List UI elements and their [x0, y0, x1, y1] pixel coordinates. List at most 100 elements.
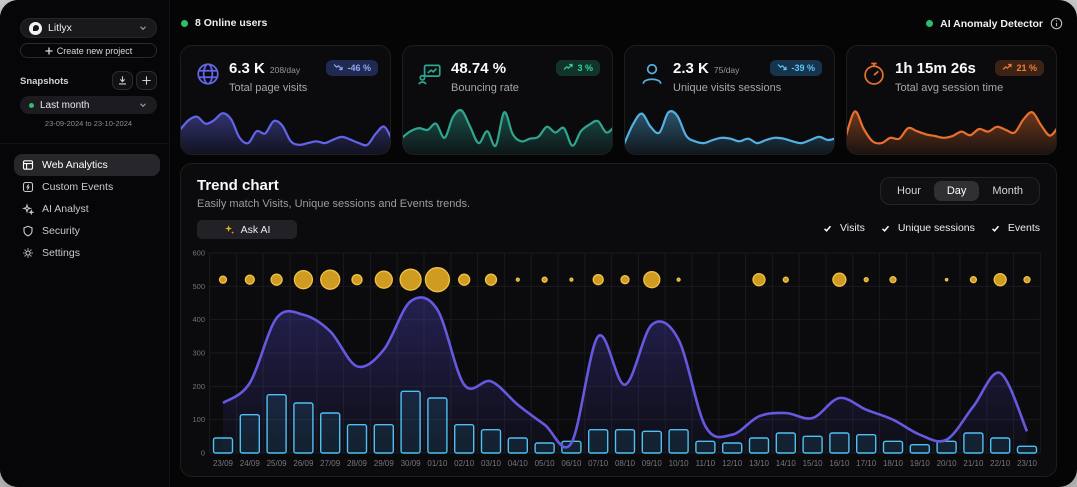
sidebar-item-web-analytics[interactable]: Web Analytics: [14, 154, 160, 176]
stat-value: 48.74 %: [451, 60, 511, 77]
selected-period: Last month: [40, 100, 132, 111]
user-icon: [639, 61, 665, 87]
svg-text:19/10: 19/10: [910, 459, 931, 468]
online-users: 8 Online users: [181, 17, 267, 29]
svg-text:23/09: 23/09: [213, 459, 234, 468]
tab-day[interactable]: Day: [934, 181, 980, 201]
sidebar-item-custom-events[interactable]: Custom Events: [14, 176, 160, 198]
sidebar-item-label: Security: [42, 225, 80, 237]
download-snapshot-button[interactable]: [112, 71, 133, 90]
svg-text:600: 600: [192, 249, 205, 258]
create-project-button[interactable]: Create new project: [20, 43, 157, 58]
sidebar-item-label: AI Analyst: [42, 203, 89, 215]
svg-text:03/10: 03/10: [481, 459, 502, 468]
stat-value: 6.3 K208/day: [229, 60, 300, 77]
timer-icon: [861, 61, 887, 87]
per-day-value: 75/day: [714, 65, 740, 75]
layout-icon: [22, 159, 34, 171]
sidebar-item-security[interactable]: Security: [14, 220, 160, 242]
svg-text:06/10: 06/10: [561, 459, 582, 468]
panel-subtitle: Easily match Visits, Unique sessions and…: [197, 198, 470, 210]
chevron-down-icon: [138, 100, 148, 110]
svg-text:100: 100: [192, 415, 205, 424]
svg-text:23/10: 23/10: [1017, 459, 1038, 468]
stat-value: 2.3 K75/day: [673, 60, 739, 77]
sidebar-item-settings[interactable]: Settings: [14, 242, 160, 264]
checkbox-checked-icon: [990, 222, 1002, 234]
project-selector[interactable]: Litlyx: [20, 18, 157, 38]
panel-title: Trend chart: [197, 177, 279, 194]
checkbox-checked-icon: [880, 222, 892, 234]
gear-icon: [22, 247, 34, 259]
sparkle-icon: [224, 224, 235, 235]
svg-text:02/10: 02/10: [454, 459, 475, 468]
svg-text:18/10: 18/10: [883, 459, 904, 468]
online-users-label: 8 Online users: [195, 17, 267, 29]
sparkline-chart: [402, 103, 613, 155]
legend-events[interactable]: Events: [990, 222, 1040, 234]
sidebar-item-ai-analyst[interactable]: AI Analyst: [14, 198, 160, 220]
svg-text:07/10: 07/10: [588, 459, 609, 468]
sidebar-nav: Web Analytics Custom Events AI Analyst S…: [14, 154, 160, 264]
sparkline-chart: [624, 103, 835, 155]
trend-badge: 21 %: [995, 60, 1044, 76]
project-name: Litlyx: [48, 22, 132, 34]
time-range-tabs: Hour Day Month: [880, 177, 1040, 205]
create-project-label: Create new project: [57, 46, 133, 56]
info-icon[interactable]: [1050, 17, 1063, 30]
svg-text:11/10: 11/10: [696, 459, 716, 468]
sidebar-item-label: Settings: [42, 247, 80, 259]
per-day-value: 208/day: [270, 65, 300, 75]
svg-text:29/09: 29/09: [374, 459, 395, 468]
svg-text:28/09: 28/09: [347, 459, 368, 468]
chevron-down-icon: [138, 23, 148, 33]
online-status-dot: [181, 20, 188, 27]
plus-icon: [141, 75, 152, 86]
trend-badge: -46 %: [326, 60, 378, 76]
svg-text:04/10: 04/10: [508, 459, 529, 468]
stat-value: 1h 15m 26s: [895, 60, 981, 77]
sidebar: Litlyx Create new project Snapshots Last…: [0, 0, 170, 487]
ask-ai-button[interactable]: Ask AI: [197, 220, 297, 239]
svg-text:05/10: 05/10: [535, 459, 556, 468]
svg-text:400: 400: [192, 315, 205, 324]
svg-text:20/10: 20/10: [937, 459, 958, 468]
tab-month[interactable]: Month: [979, 181, 1036, 201]
svg-text:24/09: 24/09: [240, 459, 261, 468]
stat-cards-row: 6.3 K208/day Total page visits -46 % 48.…: [180, 45, 1057, 155]
snapshot-date-range: 23-09-2024 to 23-10-2024: [20, 119, 157, 128]
trend-down-icon: [333, 63, 343, 73]
presentation-icon: [417, 61, 443, 87]
svg-text:30/09: 30/09: [401, 459, 422, 468]
trend-up-icon: [1002, 63, 1012, 73]
svg-text:09/10: 09/10: [642, 459, 663, 468]
download-icon: [117, 75, 128, 86]
stat-card-bouncing-rate: 48.74 % Bouncing rate 3 %: [402, 45, 613, 155]
stat-label: Unique visits sessions: [673, 82, 781, 94]
sidebar-item-label: Web Analytics: [42, 159, 108, 171]
stat-label: Total avg session time: [895, 82, 1003, 94]
legend-visits[interactable]: Visits: [822, 222, 865, 234]
trend-chart: 010020030040050060023/0924/0925/0926/092…: [181, 244, 1056, 476]
snapshot-period-select[interactable]: Last month: [20, 96, 157, 114]
sparkline-chart: [180, 103, 391, 155]
stat-label: Total page visits: [229, 82, 307, 94]
trend-down-icon: [777, 63, 787, 73]
trend-badge: 3 %: [556, 60, 600, 76]
anomaly-label: AI Anomaly Detector: [940, 18, 1043, 30]
svg-text:14/10: 14/10: [776, 459, 797, 468]
chart-legend: Visits Unique sessions Events: [822, 222, 1040, 234]
svg-text:17/10: 17/10: [856, 459, 877, 468]
snapshots-label: Snapshots: [20, 76, 69, 87]
ai-anomaly-detector: AI Anomaly Detector: [926, 17, 1063, 30]
legend-unique-sessions[interactable]: Unique sessions: [880, 222, 975, 234]
svg-text:15/10: 15/10: [803, 459, 824, 468]
add-snapshot-button[interactable]: [136, 71, 157, 90]
tab-hour[interactable]: Hour: [884, 181, 934, 201]
litlyx-logo-icon: [29, 22, 42, 35]
sparkles-icon: [22, 203, 34, 215]
svg-text:08/10: 08/10: [615, 459, 636, 468]
svg-text:13/10: 13/10: [749, 459, 770, 468]
svg-text:200: 200: [192, 382, 205, 391]
svg-text:500: 500: [192, 282, 205, 291]
